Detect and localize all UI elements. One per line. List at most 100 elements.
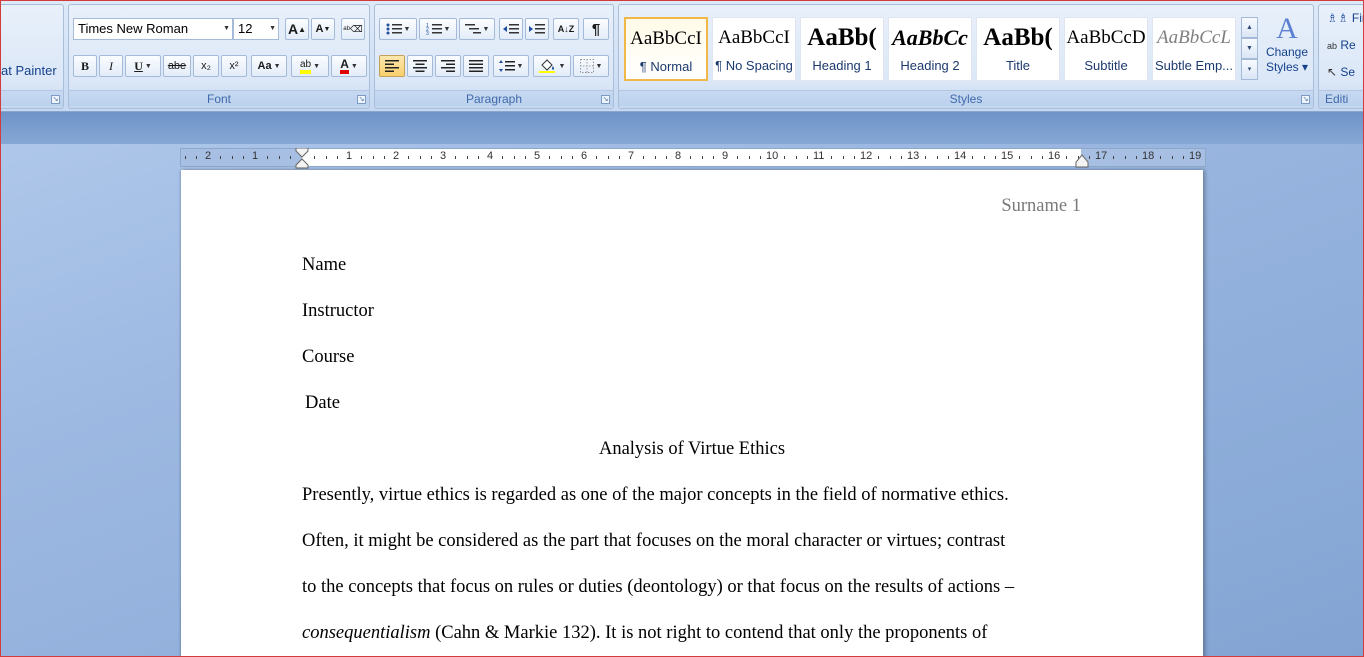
chevron-down-icon[interactable]: ▼ xyxy=(559,63,566,70)
text-highlight-button[interactable]: ab ▼ xyxy=(291,55,329,77)
chevron-down-icon[interactable]: ▼ xyxy=(223,19,230,39)
font-group-label: Font xyxy=(69,90,369,106)
decrease-indent-button[interactable] xyxy=(499,18,523,40)
clipboard-launcher-icon[interactable]: ↘ xyxy=(51,95,60,104)
style-name: Heading 2 xyxy=(900,58,960,73)
style-subtle-emphasis[interactable]: AaBbCcL Subtle Emp... xyxy=(1152,17,1236,81)
ruler-tick xyxy=(642,156,644,159)
superscript-button[interactable]: x² xyxy=(221,55,247,77)
styles-launcher-icon[interactable]: ↘ xyxy=(1301,95,1310,104)
ruler-tick xyxy=(1159,156,1161,159)
paragraph-line-2[interactable]: Often, it might be considered as the par… xyxy=(302,531,1005,552)
increase-indent-button[interactable] xyxy=(525,18,549,40)
ruler-tick xyxy=(948,156,950,159)
replace-label: Re xyxy=(1340,38,1356,52)
underline-button[interactable]: U ▼ xyxy=(125,55,161,77)
font-name-combo[interactable]: Times New Roman ▼ xyxy=(73,18,233,40)
font-size-combo[interactable]: 12 ▼ xyxy=(233,18,279,40)
replace-button[interactable]: ab Re xyxy=(1327,38,1356,52)
ruler-tick xyxy=(901,156,903,159)
style-heading-2[interactable]: AaBbCc Heading 2 xyxy=(888,17,972,81)
chevron-down-icon[interactable]: ▼ xyxy=(313,63,320,70)
page-header[interactable]: Surname 1 xyxy=(1001,196,1081,217)
document-page[interactable]: Surname 1 Name Instructor Course Date An… xyxy=(181,170,1203,657)
style-title[interactable]: AaBb( Title xyxy=(976,17,1060,81)
editing-group-label: Editi xyxy=(1319,90,1364,106)
italic-button[interactable]: I xyxy=(99,55,123,77)
right-indent-marker-icon[interactable] xyxy=(1075,152,1089,168)
gallery-scroll-up-icon[interactable]: ▲ xyxy=(1241,17,1258,38)
ruler-tick-label: 18 xyxy=(1142,150,1155,162)
gallery-scroll-down-icon[interactable]: ▼ xyxy=(1241,38,1258,59)
line-instructor[interactable]: Instructor xyxy=(302,301,374,322)
font-color-button[interactable]: A ▼ xyxy=(331,55,367,77)
show-formatting-marks-button[interactable]: ¶ xyxy=(583,18,609,40)
style-normal[interactable]: AaBbCcI ¶ Normal xyxy=(624,17,708,81)
line-name[interactable]: Name xyxy=(302,255,346,276)
ruler-tick xyxy=(243,156,245,159)
style-subtitle[interactable]: AaBbCcD Subtitle xyxy=(1064,17,1148,81)
ruler-tick xyxy=(266,156,268,159)
chevron-down-icon[interactable]: ▼ xyxy=(269,19,276,39)
sort-button[interactable]: A↓Z xyxy=(553,18,579,40)
font-launcher-icon[interactable]: ↘ xyxy=(357,95,366,104)
strikethrough-button[interactable]: abe xyxy=(163,55,191,77)
ruler-tick xyxy=(854,156,856,159)
essay-title[interactable]: Analysis of Virtue Ethics xyxy=(302,439,1082,460)
clear-formatting-button[interactable]: ᵃᵇ⌫ xyxy=(341,18,365,40)
shading-button[interactable]: ▼ xyxy=(533,55,571,77)
change-styles-button[interactable]: A Change Styles ▾ xyxy=(1261,13,1313,91)
change-case-icon: Aa xyxy=(257,60,272,72)
align-right-icon xyxy=(441,60,455,72)
style-heading-1[interactable]: AaBb( Heading 1 xyxy=(800,17,884,81)
chevron-down-icon[interactable]: ▼ xyxy=(444,26,451,33)
align-center-icon xyxy=(413,60,427,72)
paragraph-launcher-icon[interactable]: ↘ xyxy=(601,95,610,104)
ruler-tick xyxy=(983,156,985,159)
ruler-tick xyxy=(325,156,327,159)
style-no-spacing[interactable]: AaBbCcI ¶ No Spacing xyxy=(712,17,796,81)
align-center-button[interactable] xyxy=(407,55,433,77)
ruler-tick xyxy=(748,156,750,159)
ruler-tick xyxy=(701,156,703,159)
align-right-button[interactable] xyxy=(435,55,461,77)
justify-button[interactable] xyxy=(463,55,489,77)
chevron-down-icon[interactable]: ▼ xyxy=(404,26,411,33)
numbering-button[interactable]: 1 2 3 ▼ xyxy=(419,18,457,40)
format-painter-button[interactable]: at Painter xyxy=(1,63,57,78)
chevron-down-icon[interactable]: ▼ xyxy=(517,63,524,70)
horizontal-ruler[interactable]: 2 1 1 2 3 4 5 6 7 8 9 10 11 12 13 14 15 16 17 18 19 xyxy=(180,148,1206,169)
line-spacing-button[interactable]: ▼ xyxy=(493,55,529,77)
paragraph-line-3[interactable]: to the concepts that focus on rules or d… xyxy=(302,577,1014,598)
shrink-font-icon: A xyxy=(315,23,324,35)
borders-button[interactable]: ▼ xyxy=(573,55,609,77)
ruler-tick xyxy=(795,156,797,159)
line-date[interactable]: Date xyxy=(305,393,340,414)
ruler-tick xyxy=(971,156,973,159)
first-line-indent-marker-icon[interactable] xyxy=(295,148,309,169)
style-name: Heading 1 xyxy=(812,58,872,73)
style-name: Subtle Emp... xyxy=(1154,58,1234,73)
paragraph-line-1[interactable]: Presently, virtue ethics is regarded as … xyxy=(302,485,1009,506)
multilevel-list-button[interactable]: ▼ xyxy=(459,18,495,40)
grow-font-button[interactable]: A ▲ xyxy=(285,18,309,40)
subscript-button[interactable]: x₂ xyxy=(193,55,219,77)
chevron-down-icon[interactable]: ▼ xyxy=(596,63,603,70)
find-button[interactable]: ♗♗ Fin xyxy=(1327,11,1364,25)
shrink-font-button[interactable]: A ▼ xyxy=(311,18,335,40)
chevron-down-icon[interactable]: ▼ xyxy=(351,63,358,70)
select-button[interactable]: ↖ Se xyxy=(1327,65,1355,79)
chevron-down-icon[interactable]: ▼ xyxy=(483,26,490,33)
bold-button[interactable]: B xyxy=(73,55,97,77)
bullets-button[interactable]: ▼ xyxy=(379,18,417,40)
line-course[interactable]: Course xyxy=(302,347,354,368)
chevron-down-icon[interactable]: ▼ xyxy=(145,63,152,70)
ribbon: at Painter ↘ Times New Roman ▼ 12 ▼ A ▲ A… xyxy=(0,0,1364,112)
ruler-tick xyxy=(1065,156,1067,159)
chevron-down-icon[interactable]: ▼ xyxy=(274,63,281,70)
gallery-more-icon[interactable]: ▾ xyxy=(1241,59,1258,80)
change-case-button[interactable]: Aa ▼ xyxy=(251,55,287,77)
ruler-tick xyxy=(1018,156,1020,159)
paragraph-line-4[interactable]: consequentialism (Cahn & Markie 132). It… xyxy=(302,623,987,644)
align-left-button[interactable] xyxy=(379,55,405,77)
